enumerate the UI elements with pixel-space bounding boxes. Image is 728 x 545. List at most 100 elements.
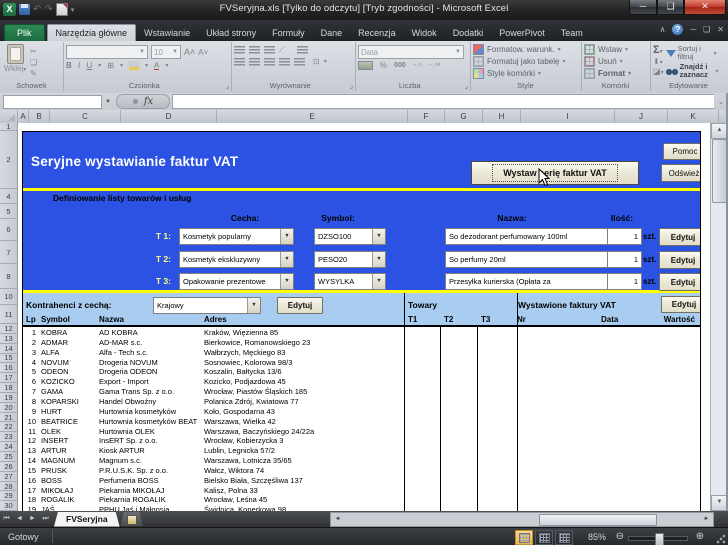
tab-plik[interactable]: Plik (4, 24, 45, 41)
row-header-7[interactable]: 7 (0, 241, 17, 264)
close-button[interactable]: ✕ (684, 0, 726, 15)
align-bottom-icon[interactable] (264, 46, 275, 54)
merge-center-icon[interactable]: ⊡ (313, 57, 320, 66)
table-row[interactable]: 17MIKOŁAJPiekarnia MIKOŁAJKalisz, Polna … (23, 486, 699, 496)
insert-cells-button[interactable]: Wstaw▾ (584, 44, 650, 55)
format-painter-icon[interactable]: ✎ (30, 69, 37, 78)
row-header-24[interactable]: 24 (0, 442, 17, 452)
table-row[interactable]: 3ALFAAlfa - Tech s.c.Wałbrzych, Męckiego… (23, 348, 699, 358)
scroll-left-icon[interactable]: ◄ (331, 513, 344, 525)
row-header-22[interactable]: 22 (0, 423, 17, 433)
italic-icon[interactable]: I (78, 61, 81, 70)
clear-icon[interactable]: ◪▾ (653, 67, 664, 76)
t2-symbol-select[interactable]: PESO20▼ (314, 251, 386, 268)
prev-sheet-icon[interactable]: ◄ (13, 513, 26, 525)
table-row[interactable]: 1KOBRAAD KOBRAKraków, Więzienna 85 (23, 328, 699, 338)
t3-nazwa-field[interactable]: Przesyłka kurierska (Opłata za (445, 273, 608, 290)
increase-decimal-icon[interactable]: ⁺·⁰ (413, 62, 422, 70)
tab-recenzja[interactable]: Recenzja (350, 25, 404, 41)
table-row[interactable]: 18ROGALIKPiekarnia ROGALIKWrocław, Leśna… (23, 495, 699, 505)
normal-view-button[interactable] (515, 530, 533, 545)
czcionka-dialog-launcher[interactable]: ⌟ (225, 81, 229, 90)
tab-wstawianie[interactable]: Wstawianie (136, 25, 198, 41)
row-header-17[interactable]: 17 (0, 373, 17, 383)
workbook-minimize-icon[interactable]: ─ (690, 25, 696, 34)
font-size-select[interactable]: 10▼ (151, 45, 181, 59)
copy-icon[interactable]: ❏ (30, 58, 37, 67)
format-as-table-button[interactable]: Formatuj jako tabelę▾ (473, 55, 581, 67)
sort-filter-button[interactable]: Sortuj i filtruj▾ (666, 45, 719, 61)
t2-ilosc-field[interactable]: 1 (607, 251, 642, 268)
paste-button[interactable]: Wklej▾ (0, 44, 30, 80)
percent-style-icon[interactable]: % (380, 61, 387, 70)
column-header-B[interactable]: B (29, 110, 50, 123)
autosum-icon[interactable]: Σ▾ (653, 45, 664, 56)
t1-cecha-select[interactable]: Kosmetyk popularny▼ (179, 228, 294, 245)
table-row[interactable]: 14MAGNUMMagnum s.c.Warszawa, Lotnicza 35… (23, 456, 699, 466)
align-center-icon[interactable] (249, 58, 260, 66)
decrease-decimal-icon[interactable]: ⁻·⁰⁰ (429, 62, 441, 70)
column-header-G[interactable]: G (445, 110, 483, 123)
table-row[interactable]: 10BEATRICEHurtownia kosmetyków BEATWarsz… (23, 417, 699, 427)
bold-icon[interactable]: B (66, 61, 72, 70)
row-header-8[interactable]: 8 (0, 264, 17, 289)
column-header-J[interactable]: J (615, 110, 668, 123)
underline-icon[interactable]: U (86, 61, 92, 70)
shrink-font-icon[interactable]: A˅ (198, 48, 208, 57)
t3-edit-button[interactable]: Edytuj (659, 273, 701, 291)
refresh-button[interactable]: Odśwież (661, 164, 701, 182)
table-row[interactable]: 8KOPARSKIHandel ObwoźnyPolanica Zdrój, K… (23, 397, 699, 407)
zoom-level[interactable]: 85% (588, 532, 606, 542)
t1-symbol-select[interactable]: DZSO100▼ (314, 228, 386, 245)
first-sheet-icon[interactable]: ⏮ (0, 513, 13, 525)
table-row[interactable]: 12INSERTInsERT Sp. z o.o.Wrocław, Kobier… (23, 436, 699, 446)
help-icon[interactable]: ? (672, 24, 683, 35)
row-header-12[interactable]: 12 (0, 324, 17, 334)
column-header-I[interactable]: I (521, 110, 615, 123)
t1-ilosc-field[interactable]: 1 (607, 228, 642, 245)
table-row[interactable]: 13ARTURKiosk ARTURLublin, Legnicka 57/2 (23, 446, 699, 456)
column-header-H[interactable]: H (483, 110, 521, 123)
table-row[interactable]: 16BOSSPerfumeria BOSSBielsko Biała, Szcz… (23, 476, 699, 486)
insert-function-button[interactable]: fx (116, 94, 170, 109)
zoom-slider-thumb[interactable] (655, 533, 664, 545)
row-header-4[interactable]: 4 (0, 189, 17, 204)
font-color-icon[interactable]: A (154, 61, 159, 70)
row-header-27[interactable]: 27 (0, 472, 17, 482)
t2-cecha-select[interactable]: Kosmetyk ekskluzywny▼ (179, 251, 294, 268)
workbook-restore-icon[interactable]: ❑ (703, 25, 710, 34)
column-header-D[interactable]: D (121, 110, 217, 123)
kontrahenci-select[interactable]: Krajowy▼ (153, 297, 261, 314)
t3-ilosc-field[interactable]: 1 (607, 273, 642, 290)
column-header-A[interactable]: A (18, 110, 29, 123)
formula-input[interactable] (172, 94, 714, 109)
orientation-icon[interactable]: ⟋ (279, 45, 285, 55)
tab-dane[interactable]: Dane (313, 25, 351, 41)
wyrownanie-dialog-launcher[interactable]: ⌟ (349, 81, 353, 90)
fill-icon[interactable]: ⬇▾ (653, 57, 664, 66)
borders-icon[interactable]: ⊞ (107, 61, 114, 70)
insert-worksheet-tab[interactable] (121, 512, 143, 526)
tab-formuly[interactable]: Formuły (264, 25, 313, 41)
tab-powerpivot[interactable]: PowerPivot (491, 25, 553, 41)
column-header-F[interactable]: F (408, 110, 445, 123)
page-break-view-button[interactable] (555, 530, 573, 545)
find-select-button[interactable]: Znajdź i zaznacz▾ (666, 63, 719, 79)
zoom-in-icon[interactable]: ⊕ (696, 531, 704, 542)
table-row[interactable]: 7GAMAGama Trans Sp. z o.o.Wrocław, Piast… (23, 387, 699, 397)
table-row[interactable]: 11OLEKHurtownia OLEKWarszawa, Baczyńskie… (23, 427, 699, 437)
column-header-E[interactable]: E (217, 110, 408, 123)
name-box[interactable] (3, 95, 102, 109)
row-header-19[interactable]: 19 (0, 393, 17, 403)
workbook-close-icon[interactable]: ✕ (717, 25, 724, 34)
next-sheet-icon[interactable]: ► (26, 513, 39, 525)
t1-nazwa-field[interactable]: So dezodorant perfumowany 100ml (445, 228, 608, 245)
format-cells-button[interactable]: Format▾ (584, 67, 650, 79)
tab-uklad-strony[interactable]: Układ strony (198, 25, 264, 41)
row-header-1[interactable]: 1 (0, 123, 17, 131)
faktury-edit-button[interactable]: Edytuj (661, 296, 701, 313)
kontrahenci-edit-button[interactable]: Edytuj (277, 297, 323, 314)
font-name-select[interactable]: ▼ (66, 45, 148, 59)
grow-font-icon[interactable]: A˄ (184, 47, 195, 57)
row-header-15[interactable]: 15 (0, 354, 17, 364)
